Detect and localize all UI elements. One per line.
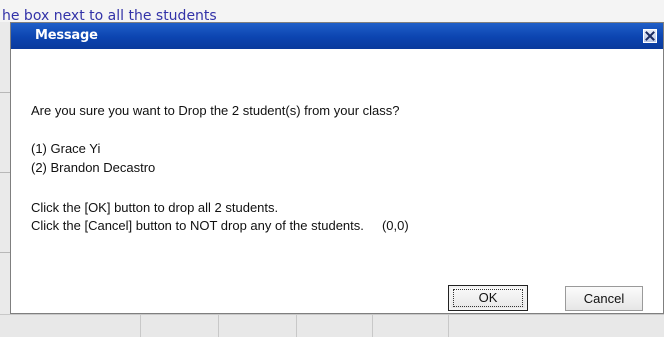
page: he box next to all the students Message … (0, 0, 664, 337)
student-item-1: (1) Grace Yi (31, 141, 101, 156)
message-dialog: Message Are you sure you want to Drop th… (10, 22, 664, 314)
background-table-grid (0, 314, 664, 337)
close-icon (645, 31, 655, 41)
background-page-header: he box next to all the students (0, 0, 664, 22)
student-item-2: (2) Brandon Decastro (31, 160, 156, 175)
dialog-title: Message (35, 28, 98, 43)
dialog-body: Are you sure you want to Drop the 2 stud… (11, 49, 663, 313)
ok-button-label: OK (478, 290, 498, 305)
cancel-button-label: Cancel (583, 291, 625, 306)
cancel-hint-text: Click the [Cancel] button to NOT drop an… (31, 218, 409, 233)
ok-hint-text: Click the [OK] button to drop all 2 stud… (31, 200, 279, 215)
confirm-question: Are you sure you want to Drop the 2 stud… (31, 103, 400, 118)
cancel-button[interactable]: Cancel (565, 286, 643, 311)
dialog-titlebar[interactable]: Message (11, 23, 663, 49)
close-button[interactable] (643, 29, 657, 43)
ok-button[interactable]: OK (448, 285, 528, 311)
background-instruction-text: he box next to all the students (2, 9, 217, 22)
